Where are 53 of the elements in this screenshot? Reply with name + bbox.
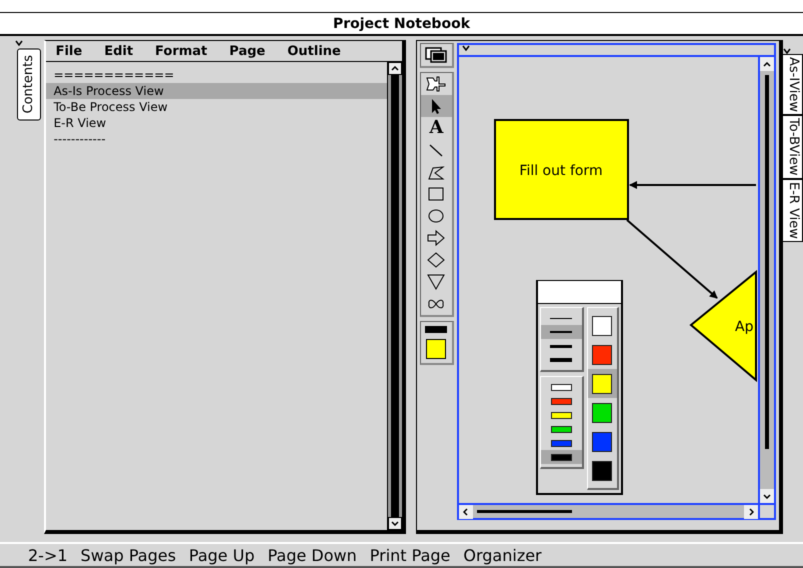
toolbar-button[interactable]: 2->1 (28, 546, 68, 564)
scroll-up-button[interactable] (760, 57, 774, 71)
toolbar-button[interactable]: Print Page (370, 546, 450, 564)
fill-color-swatch[interactable] (426, 339, 446, 359)
pin-icon (425, 75, 448, 93)
triangle-icon (425, 273, 448, 291)
caret-icon (390, 66, 399, 71)
node-label: Fill out form (519, 163, 602, 179)
line-color-swatch[interactable] (425, 326, 448, 333)
caret-icon (763, 62, 772, 66)
fill-color-option[interactable] (588, 369, 617, 398)
caret-icon (462, 45, 470, 51)
windows-icon (425, 47, 448, 63)
view-tab[interactable]: To-BView (783, 115, 803, 179)
page-entry[interactable]: As-Is Process View (46, 83, 387, 99)
menu-item[interactable]: Edit (104, 43, 134, 59)
diamond-icon (425, 251, 448, 269)
scroll-down-button[interactable] (388, 517, 402, 530)
caret-icon (390, 521, 399, 526)
caret-icon (748, 508, 754, 516)
caret-icon (14, 40, 23, 46)
menu-item[interactable]: Page (229, 43, 266, 59)
tool-button[interactable]: A (420, 117, 452, 139)
scroll-up-button[interactable] (388, 62, 402, 75)
window-title: Project Notebook (332, 16, 470, 32)
view-tab[interactable]: As-IView (783, 54, 803, 116)
page-entry[interactable]: E-R View (46, 115, 387, 131)
scrollbar-thumb[interactable] (476, 510, 572, 513)
page-entry[interactable]: ------------ (46, 131, 387, 147)
contents-tab[interactable]: Contents (16, 48, 41, 120)
scroll-left-button[interactable] (458, 505, 473, 519)
arrow-shape-icon (425, 229, 448, 247)
caret-icon (763, 494, 772, 498)
toolbar-button[interactable]: Page Up (188, 546, 255, 564)
page-entry[interactable]: ============ (46, 67, 387, 83)
page-entry[interactable]: To-Be Process View (46, 99, 387, 115)
menu-item[interactable]: Format (155, 43, 208, 59)
text-tool-glyph: A (429, 119, 444, 137)
tool-button[interactable] (420, 95, 452, 117)
toolbar-button[interactable]: Page Down (268, 546, 357, 564)
caret-icon (463, 508, 468, 516)
window-button[interactable] (420, 43, 454, 68)
node-label: Ap (734, 319, 754, 335)
view-tab[interactable]: E-R View (783, 178, 803, 242)
scroll-down-button[interactable] (760, 489, 774, 503)
line-color-option[interactable] (540, 450, 582, 464)
pointer-icon (432, 98, 441, 114)
menu-item[interactable]: Outline (287, 43, 341, 59)
line-width-option[interactable] (540, 325, 582, 339)
toolbar-button[interactable]: Swap Pages (80, 546, 176, 564)
menu-item[interactable]: File (56, 43, 82, 59)
scroll-right-button[interactable] (744, 505, 758, 519)
toolbar-button[interactable]: Organizer (463, 546, 542, 564)
